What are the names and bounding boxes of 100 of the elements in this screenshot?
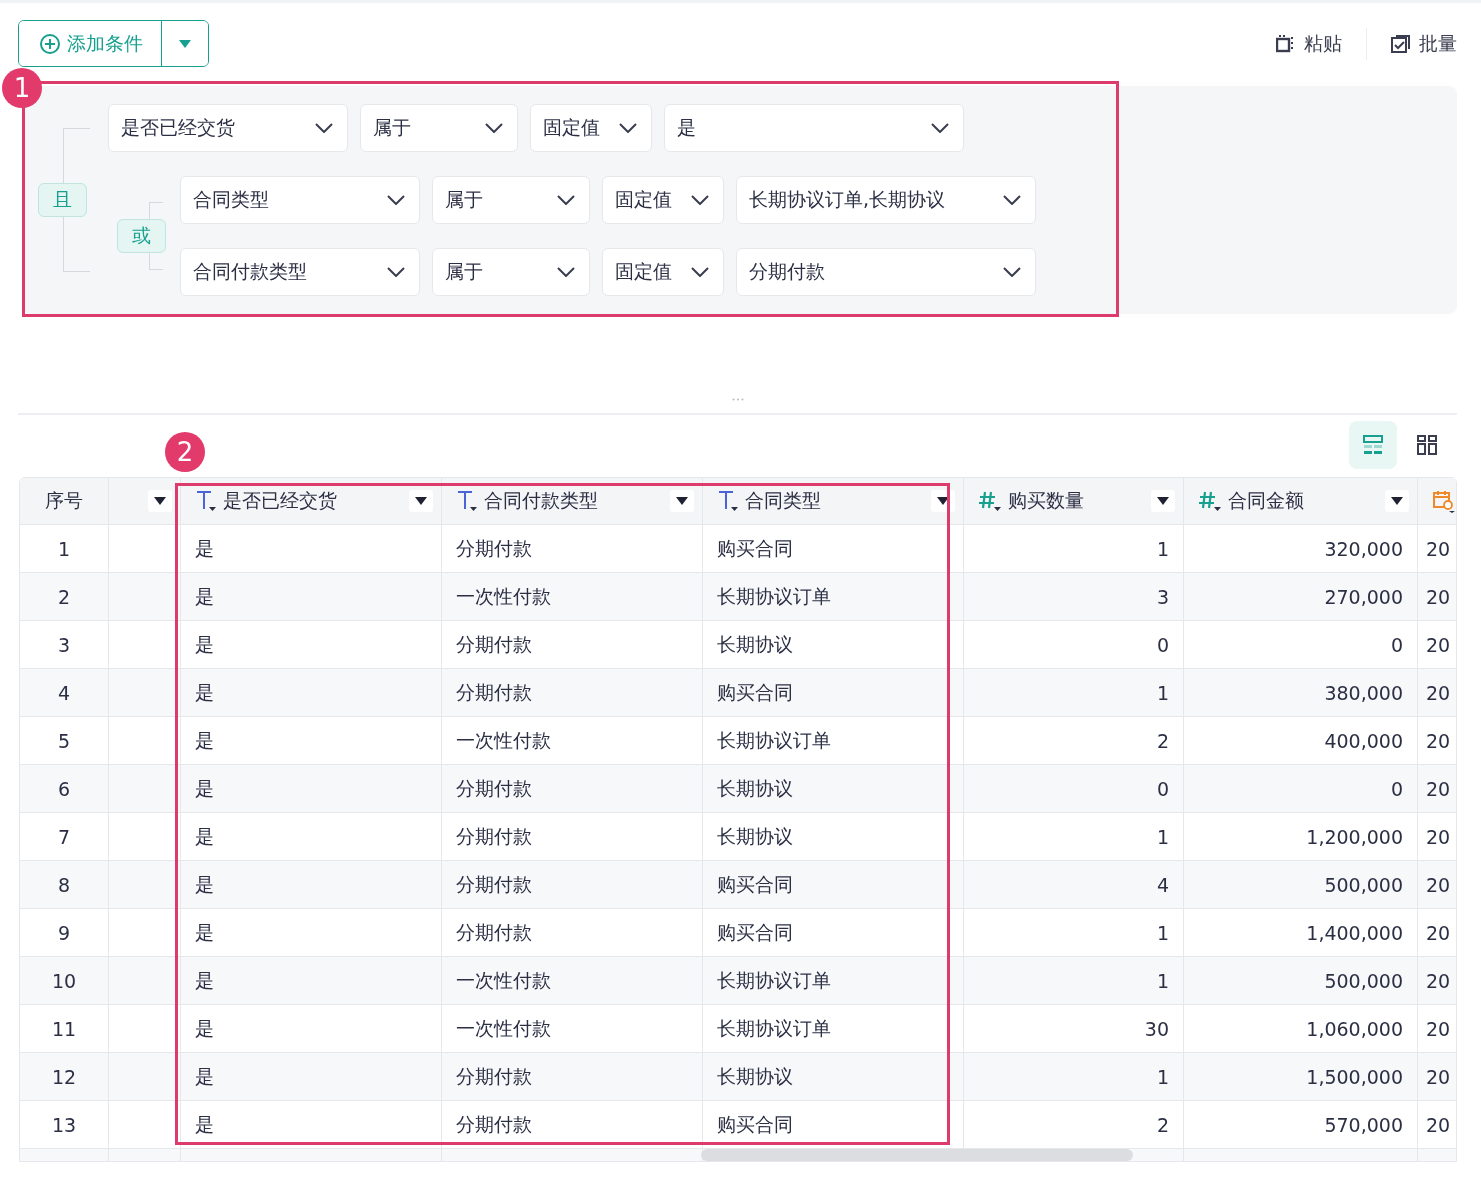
table-cell: 20 xyxy=(1426,681,1451,704)
table-cell: 1 xyxy=(1156,969,1169,992)
field-select[interactable]: 是否已经交货 xyxy=(108,104,348,152)
chevron-down-icon xyxy=(931,123,949,133)
column-menu-button[interactable] xyxy=(670,490,694,512)
table-cell-text: 长期协议 xyxy=(717,1063,793,1089)
caret-icon xyxy=(1157,497,1169,505)
chevron-down-icon xyxy=(387,195,405,205)
grid-view-icon xyxy=(1417,435,1437,455)
value-type-select[interactable]: 固定值 xyxy=(530,104,652,152)
table-cell: 3 xyxy=(1156,585,1169,608)
chevron-down-icon xyxy=(387,267,405,277)
row-number: 1 xyxy=(57,537,71,560)
table-cell: 20 xyxy=(1426,825,1451,848)
value-select[interactable]: 长期协议订单,长期协议 xyxy=(736,176,1036,224)
column-header[interactable]: 合同类型 xyxy=(745,488,821,514)
table-cell-text: 是 xyxy=(195,1063,214,1089)
table-cell: 1,400,000 xyxy=(1306,921,1403,944)
operator-select[interactable]: 属于 xyxy=(360,104,518,152)
table-cell-text: 长期协议订单 xyxy=(717,967,831,993)
table-cell-text: 是 xyxy=(195,823,214,849)
table-cell-text: 是 xyxy=(195,1015,214,1041)
drag-handle-icon[interactable] xyxy=(732,398,744,401)
table-cell-text: 分期付款 xyxy=(456,631,532,657)
text-type-icon xyxy=(717,489,739,513)
table-cell-text: 购买合同 xyxy=(717,535,793,561)
text-type-icon xyxy=(195,489,217,513)
column-header[interactable]: 是否已经交货 xyxy=(223,488,337,514)
table-cell-text: 购买合同 xyxy=(717,919,793,945)
table-cell-text: 一次性付款 xyxy=(456,727,551,753)
table-cell-text: 一次性付款 xyxy=(456,1015,551,1041)
table-cell-text: 是 xyxy=(195,871,214,897)
column-header[interactable]: 序号 xyxy=(45,488,83,514)
operator-select[interactable]: 属于 xyxy=(432,248,590,296)
number-type-icon xyxy=(978,489,1002,513)
table-cell-text: 分期付款 xyxy=(456,871,532,897)
table-cell-text: 是 xyxy=(195,919,214,945)
table-cell-text: 是 xyxy=(195,967,214,993)
table-cell: 20 xyxy=(1426,777,1451,800)
table-cell: 380,000 xyxy=(1324,681,1403,704)
table-cell: 20 xyxy=(1426,537,1451,560)
value-type-select[interactable]: 固定值 xyxy=(602,176,724,224)
table-cell: 1 xyxy=(1156,681,1169,704)
table-cell: 1 xyxy=(1156,1065,1169,1088)
row-number: 8 xyxy=(57,873,71,896)
value-select[interactable]: 分期付款 xyxy=(736,248,1036,296)
chevron-down-icon xyxy=(557,267,575,277)
table-cell-text: 是 xyxy=(195,583,214,609)
table-cell: 20 xyxy=(1426,729,1451,752)
table-cell-text: 长期协议订单 xyxy=(717,583,831,609)
table-cell: 20 xyxy=(1426,585,1451,608)
row-number: 3 xyxy=(57,633,71,656)
table-cell: 2 xyxy=(1156,1113,1169,1136)
column-menu-button[interactable] xyxy=(148,490,172,512)
column-menu-button[interactable] xyxy=(1385,490,1409,512)
caret-icon xyxy=(676,497,688,505)
table-cell: 0 xyxy=(1390,777,1403,800)
table-cell: 320,000 xyxy=(1324,537,1403,560)
column-header[interactable]: 合同付款类型 xyxy=(484,488,598,514)
chevron-down-icon xyxy=(691,195,709,205)
table-cell: 1,200,000 xyxy=(1306,825,1403,848)
table-cell: 500,000 xyxy=(1324,969,1403,992)
column-header[interactable]: 购买数量 xyxy=(1008,488,1084,514)
table-cell-text: 长期协议订单 xyxy=(717,727,831,753)
column-menu-button[interactable] xyxy=(409,490,433,512)
table-cell-text: 长期协议 xyxy=(717,631,793,657)
batch-button[interactable]: 批量 xyxy=(1391,30,1457,57)
chevron-down-icon xyxy=(691,267,709,277)
column-header[interactable]: 合同金额 xyxy=(1228,488,1304,514)
step-badge: 2 xyxy=(165,432,205,472)
table-cell-text: 购买合同 xyxy=(717,1111,793,1137)
chevron-down-icon xyxy=(485,123,503,133)
field-select[interactable]: 合同付款类型 xyxy=(180,248,420,296)
list-view-button[interactable] xyxy=(1349,421,1397,469)
table-cell: 0 xyxy=(1390,633,1403,656)
table-cell-text: 一次性付款 xyxy=(456,967,551,993)
table-cell: 1 xyxy=(1156,825,1169,848)
table-cell: 20 xyxy=(1426,921,1451,944)
value-select[interactable]: 是 xyxy=(664,104,964,152)
chevron-down-icon xyxy=(557,195,575,205)
column-menu-button[interactable] xyxy=(1151,490,1175,512)
scrollbar-thumb[interactable] xyxy=(701,1149,1133,1161)
caret-icon xyxy=(415,497,427,505)
row-number: 10 xyxy=(51,969,77,992)
row-number: 7 xyxy=(57,825,71,848)
value-type-select[interactable]: 固定值 xyxy=(602,248,724,296)
table-cell: 1,500,000 xyxy=(1306,1065,1403,1088)
table-cell-text: 分期付款 xyxy=(456,919,532,945)
table-cell-text: 长期协议 xyxy=(717,775,793,801)
field-select[interactable]: 合同类型 xyxy=(180,176,420,224)
table-cell: 20 xyxy=(1426,873,1451,896)
table-cell-text: 分期付款 xyxy=(456,679,532,705)
table-cell-text: 分期付款 xyxy=(456,823,532,849)
table-cell-text: 是 xyxy=(195,727,214,753)
row-number: 5 xyxy=(57,729,71,752)
table-cell-text: 长期协议 xyxy=(717,823,793,849)
operator-select[interactable]: 属于 xyxy=(432,176,590,224)
row-number: 11 xyxy=(51,1017,77,1040)
plus-circle-icon xyxy=(39,32,61,55)
paste-button[interactable]: 粘贴 xyxy=(1276,30,1342,57)
